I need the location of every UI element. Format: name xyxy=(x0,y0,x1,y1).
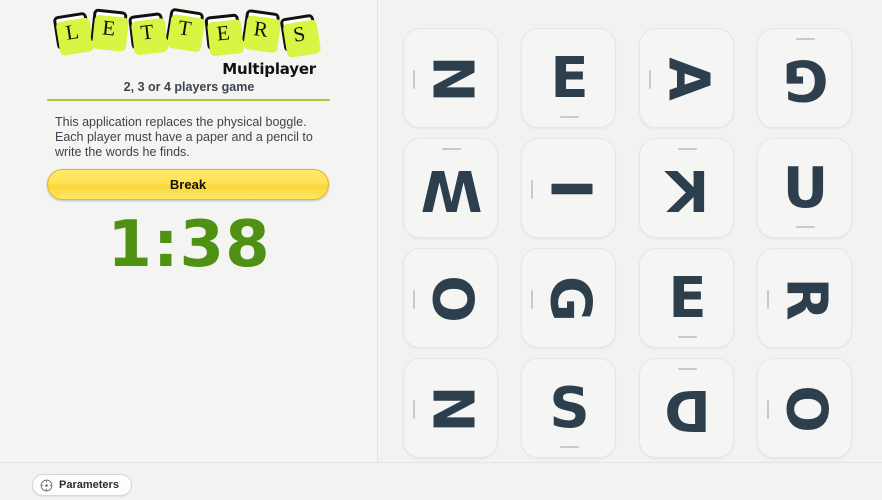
letter-glyph: R xyxy=(773,277,839,321)
bottom-bar xyxy=(0,462,882,500)
section-divider xyxy=(47,99,330,101)
letter-glyph: O xyxy=(773,385,839,433)
letter-tile-r1c2[interactable]: E xyxy=(521,28,616,128)
letter-glyph: G xyxy=(537,276,603,322)
tile-orientation-mark xyxy=(413,290,415,309)
countdown-timer: 1:38 xyxy=(107,208,271,282)
break-button[interactable]: Break xyxy=(47,169,329,200)
letter-tile-r1c4[interactable]: G xyxy=(757,28,852,128)
letter-glyph: E xyxy=(550,46,589,111)
letter-tile-r2c4[interactable]: U xyxy=(757,138,852,238)
left-panel: LETTERS Multiplayer 2, 3 or 4 players ga… xyxy=(0,0,378,500)
logo-tile-l-0: L xyxy=(52,11,92,51)
letter-glyph: W xyxy=(420,157,483,222)
letter-tile-r1c1[interactable]: N xyxy=(403,28,498,128)
letter-glyph: G xyxy=(782,47,829,112)
tile-orientation-mark xyxy=(531,180,533,199)
letter-glyph: I xyxy=(537,178,603,200)
players-count-label: 2, 3 or 4 players game xyxy=(123,80,255,94)
logo-tile-e-1: E xyxy=(90,8,128,46)
letter-glyph: A xyxy=(655,57,721,101)
logo-tile-r-5: R xyxy=(241,8,281,48)
letter-glyph: N xyxy=(419,55,485,103)
letter-grid: N E A G W I K U O G E R N S D O xyxy=(403,28,853,458)
logo-tile-e-4: E xyxy=(204,13,242,51)
logo-tile-t-3: T xyxy=(165,7,205,47)
letter-tile-r4c3[interactable]: D xyxy=(639,358,734,458)
tile-orientation-mark xyxy=(678,336,697,338)
parameters-label: Parameters xyxy=(59,479,119,491)
logo-tile-t-2: T xyxy=(128,12,166,50)
tile-orientation-mark xyxy=(796,226,815,228)
tile-orientation-mark xyxy=(413,400,415,419)
app-window: LETTERS Multiplayer 2, 3 or 4 players ga… xyxy=(0,0,882,500)
app-logo: LETTERS Multiplayer xyxy=(0,7,378,78)
app-description: This application replaces the physical b… xyxy=(55,115,313,159)
letter-glyph: E xyxy=(668,266,707,331)
logo-subtitle: Multiplayer xyxy=(222,60,316,78)
letter-tile-r2c2[interactable]: I xyxy=(521,138,616,238)
tile-orientation-mark xyxy=(678,368,697,370)
tile-orientation-mark xyxy=(531,290,533,309)
tile-orientation-mark xyxy=(413,70,415,89)
letter-tile-r2c1[interactable]: W xyxy=(403,138,498,238)
tile-orientation-mark xyxy=(796,38,815,40)
letter-glyph: D xyxy=(664,377,711,442)
tile-orientation-mark xyxy=(767,400,769,419)
letter-tile-r3c2[interactable]: G xyxy=(521,248,616,348)
tile-orientation-mark xyxy=(442,148,461,150)
letter-glyph: U xyxy=(782,156,829,221)
tile-orientation-mark xyxy=(678,148,697,150)
tile-orientation-mark xyxy=(560,446,579,448)
parameters-button[interactable]: Parameters xyxy=(32,474,132,496)
gear-icon xyxy=(40,479,53,492)
letter-tile-r4c1[interactable]: N xyxy=(403,358,498,458)
letter-tile-r3c4[interactable]: R xyxy=(757,248,852,348)
letter-tile-r2c3[interactable]: K xyxy=(639,138,734,238)
logo-tile-s-6: S xyxy=(279,13,319,53)
logo-letter-tiles: LETTERS xyxy=(52,7,323,62)
letter-tile-r4c2[interactable]: S xyxy=(521,358,616,458)
letter-tile-r3c3[interactable]: E xyxy=(639,248,734,348)
letter-tile-r1c3[interactable]: A xyxy=(639,28,734,128)
letter-glyph: K xyxy=(665,157,710,222)
letter-glyph: O xyxy=(419,275,485,323)
tile-orientation-mark xyxy=(649,70,651,89)
letter-glyph: S xyxy=(549,376,590,441)
letter-tile-r4c4[interactable]: O xyxy=(757,358,852,458)
letter-tile-r3c1[interactable]: O xyxy=(403,248,498,348)
tile-orientation-mark xyxy=(560,116,579,118)
letter-glyph: N xyxy=(419,385,485,433)
tile-orientation-mark xyxy=(767,290,769,309)
